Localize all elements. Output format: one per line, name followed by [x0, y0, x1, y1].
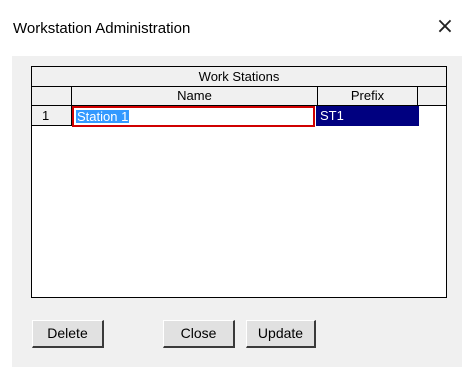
- grid-corner-header: [32, 87, 72, 106]
- window-title: Workstation Administration: [13, 20, 191, 37]
- dialog-content: Work Stations Name Prefix 1 Station 1 ST…: [12, 56, 462, 367]
- close-icon[interactable]: ×: [434, 16, 456, 38]
- column-header-filler: [418, 87, 446, 106]
- column-header-name[interactable]: Name: [72, 87, 318, 106]
- dialog-window: Workstation Administration × Work Statio…: [0, 0, 462, 367]
- update-button[interactable]: Update: [246, 320, 316, 348]
- name-cell-text[interactable]: Station 1: [76, 110, 130, 123]
- close-button[interactable]: Close: [163, 320, 235, 348]
- prefix-cell[interactable]: ST1: [316, 106, 419, 126]
- window-border: [0, 56, 12, 367]
- column-header-prefix[interactable]: Prefix: [318, 87, 418, 106]
- delete-button[interactable]: Delete: [32, 320, 104, 348]
- name-cell-editor[interactable]: Station 1: [72, 106, 315, 127]
- workstations-grid[interactable]: Work Stations Name Prefix 1 Station 1 ST…: [31, 66, 447, 298]
- grid-group-header: Work Stations: [32, 67, 446, 87]
- row-number[interactable]: 1: [32, 106, 72, 126]
- title-bar: Workstation Administration ×: [0, 0, 462, 56]
